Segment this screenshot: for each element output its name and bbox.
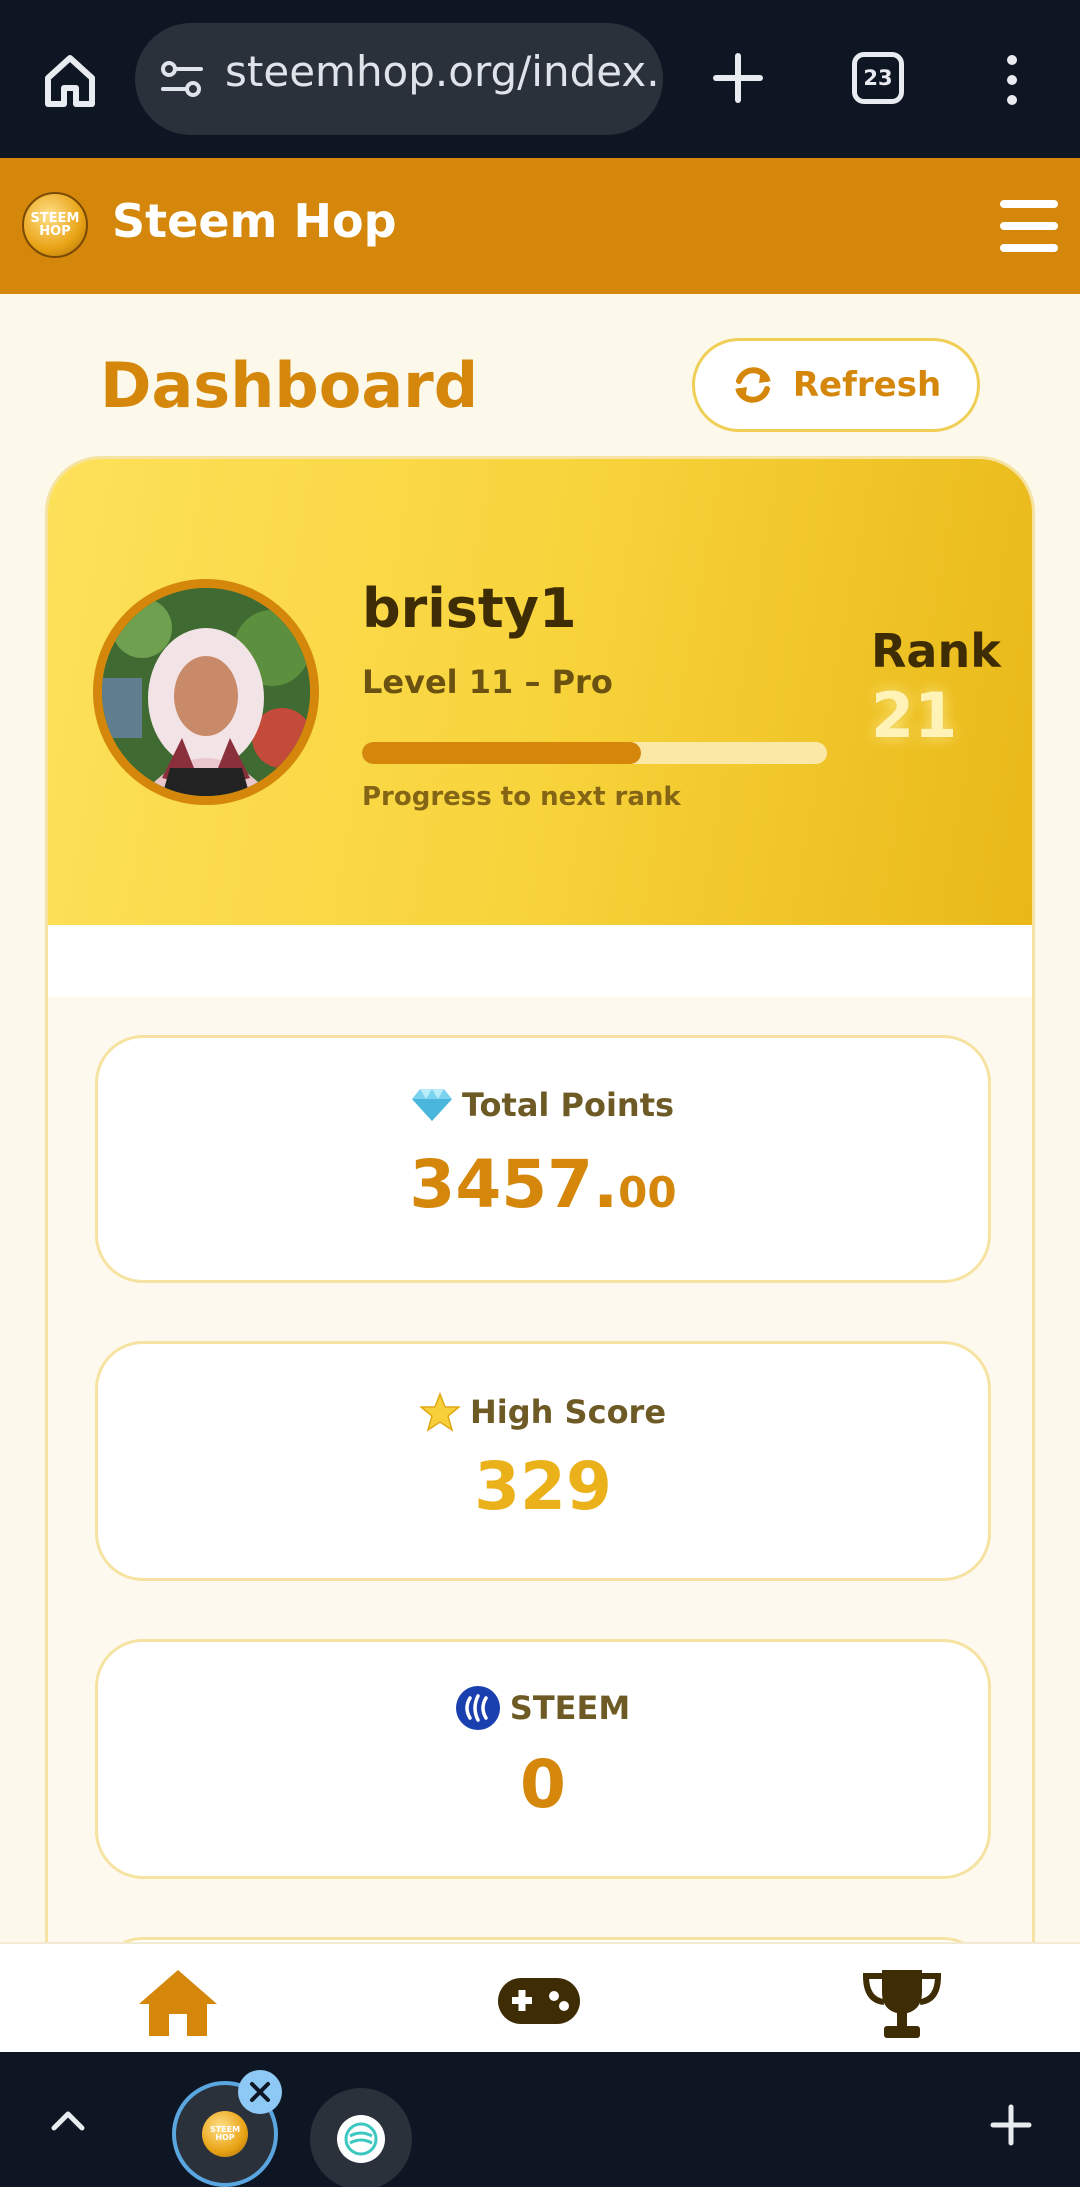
stat-card-total-points: Total Points 3457.00	[95, 1035, 991, 1283]
tab-switcher-button[interactable]: 23	[852, 52, 904, 104]
steem-hop-logo[interactable]: STEEM HOP	[22, 192, 88, 258]
gamepad-icon[interactable]	[496, 1974, 582, 2028]
site-favicon-icon	[337, 2115, 385, 2163]
rank-label: Rank	[871, 624, 1001, 678]
tab-thumbnail-other[interactable]	[310, 2088, 412, 2187]
home-icon[interactable]	[137, 1966, 219, 2038]
star-icon	[419, 1392, 460, 1432]
avatar[interactable]	[93, 579, 319, 805]
stat-card-steem: STEEM 0	[95, 1639, 991, 1879]
refresh-label: Refresh	[792, 365, 942, 405]
stat-label: High Score	[469, 1393, 667, 1431]
app-title[interactable]: Steem Hop	[112, 194, 397, 248]
diamond-icon	[411, 1089, 452, 1121]
stat-value-high-score: 329	[474, 1448, 612, 1525]
stat-value-total-points: 3457.00	[98, 1146, 988, 1223]
stat-label: STEEM	[509, 1689, 631, 1727]
browser-toolbar: steemhop.org/index. 23	[0, 0, 1080, 158]
more-vert-icon[interactable]	[998, 52, 1026, 108]
tab-strip: STEEM HOP	[0, 2052, 1080, 2187]
dashboard-page: Dashboard Refresh bristy1 Level 11 – Pro…	[0, 294, 1080, 1942]
stat-card-high-score: High Score 329	[95, 1341, 991, 1581]
profile-hero: bristy1 Level 11 – Pro Progress to next …	[48, 459, 1032, 925]
refresh-button[interactable]: Refresh	[692, 338, 980, 432]
profile-card: bristy1 Level 11 – Pro Progress to next …	[45, 456, 1035, 1942]
bottom-nav	[0, 1942, 1080, 2052]
rank-value: 21	[871, 679, 958, 752]
address-bar[interactable]: steemhop.org/index.	[135, 23, 663, 135]
add-tab-icon[interactable]	[990, 2104, 1032, 2146]
stat-label: Total Points	[461, 1086, 675, 1124]
site-settings-icon[interactable]	[157, 55, 207, 105]
close-tab-icon[interactable]	[238, 2070, 282, 2114]
refresh-icon	[734, 367, 771, 403]
hamburger-menu-icon[interactable]	[1000, 200, 1058, 252]
app-header: STEEM HOP Steem Hop	[0, 158, 1080, 294]
stat-value-decimal: 00	[618, 1168, 677, 1217]
stat-value-main: 3457.	[409, 1146, 619, 1223]
level-label: Level 11 – Pro	[362, 663, 613, 701]
profile-divider-strip	[48, 925, 1032, 997]
page-title: Dashboard	[100, 349, 479, 422]
url-text[interactable]: steemhop.org/index.	[225, 47, 660, 96]
rank-progress-bar	[362, 742, 827, 764]
steem-icon	[455, 1686, 500, 1730]
username: bristy1	[362, 577, 577, 640]
progress-label: Progress to next rank	[362, 782, 681, 812]
trophy-icon[interactable]	[862, 1966, 942, 2042]
chevron-up-icon[interactable]	[48, 2104, 88, 2134]
steem-hop-favicon: STEEM HOP	[202, 2111, 248, 2157]
browser-home-icon[interactable]	[40, 50, 100, 110]
new-tab-icon[interactable]	[710, 50, 766, 106]
stat-value-steem: 0	[520, 1746, 566, 1823]
rank-progress-fill	[362, 742, 641, 764]
